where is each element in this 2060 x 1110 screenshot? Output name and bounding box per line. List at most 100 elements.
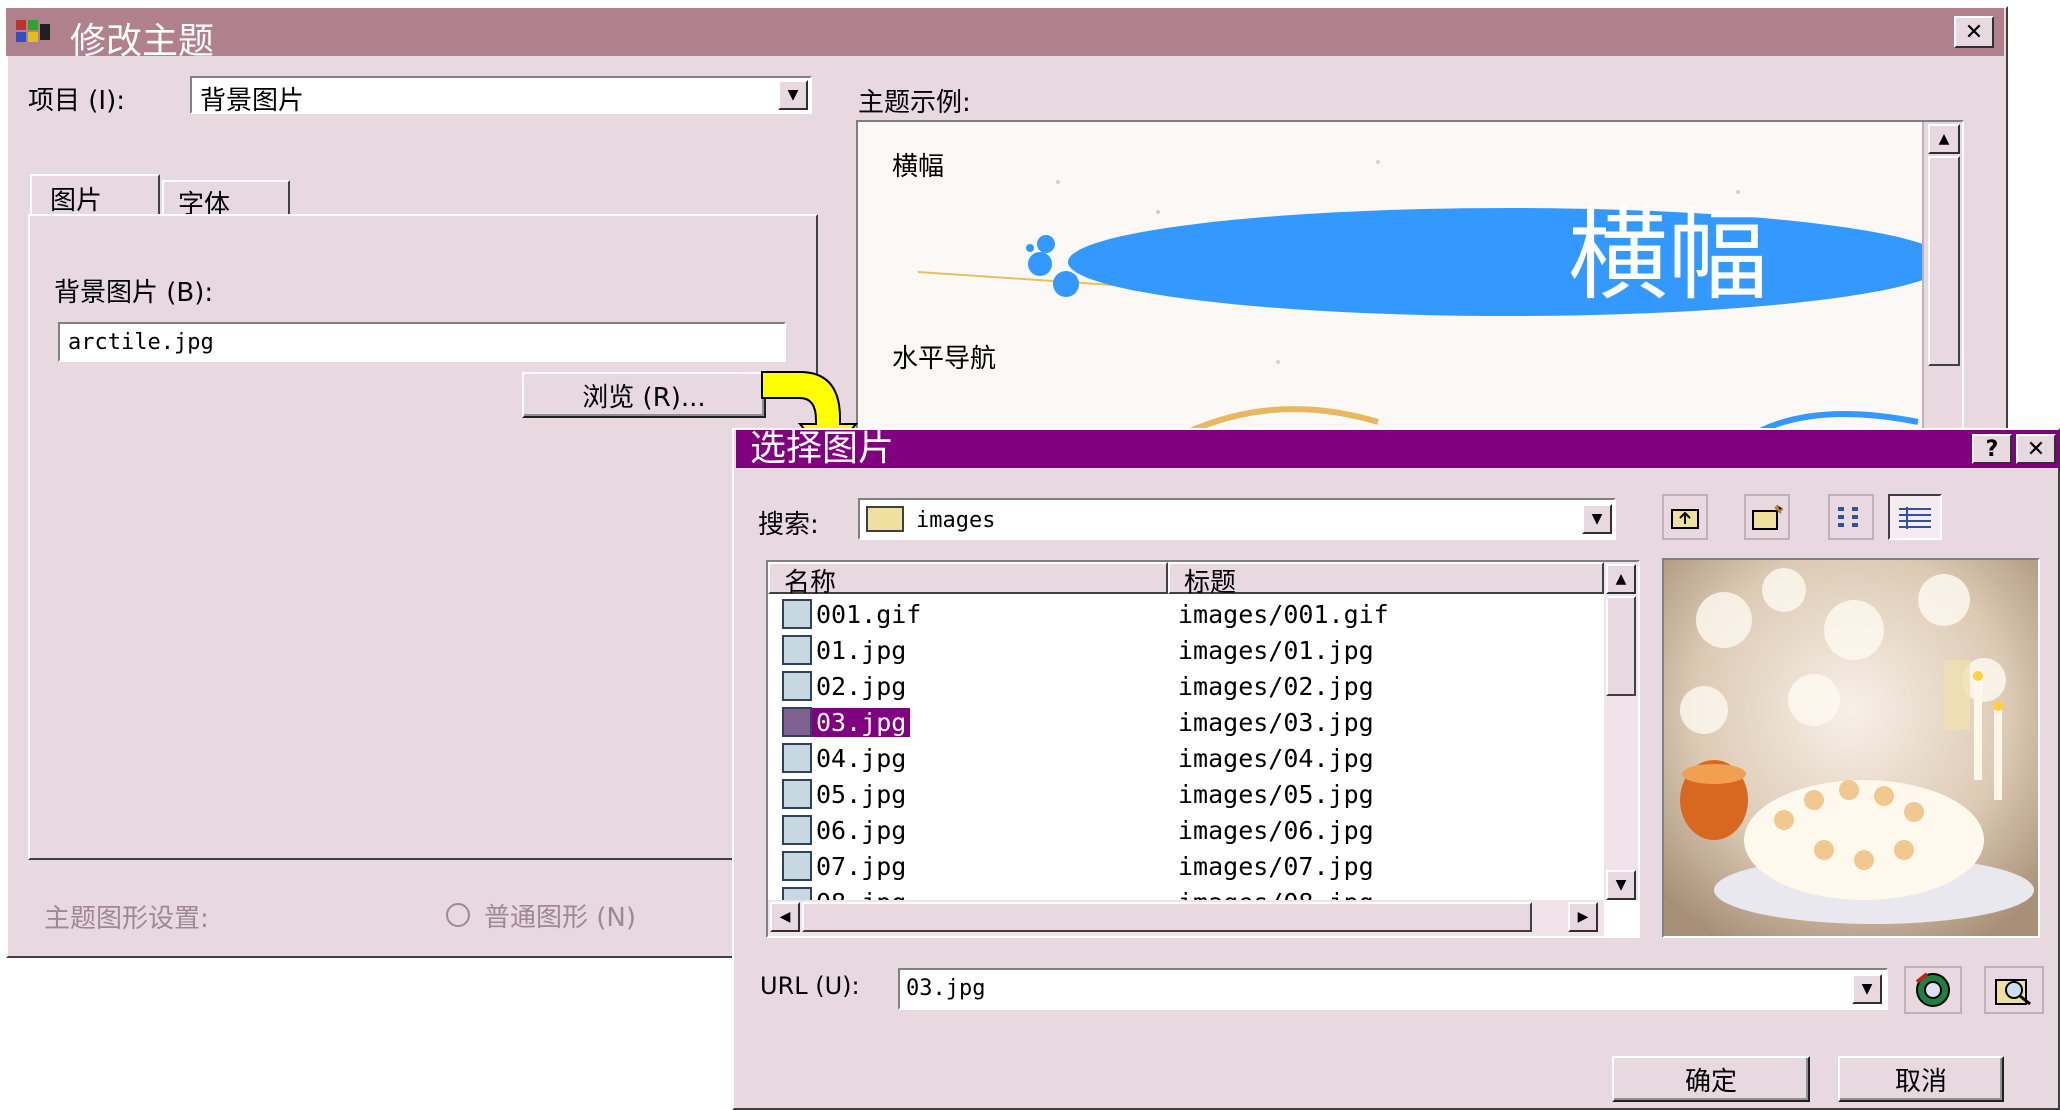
bg-image-input[interactable]: arctile.jpg: [58, 322, 786, 362]
file-row[interactable]: 02.jpg images/02.jpg: [768, 668, 1604, 704]
tab-image-label: 图片: [50, 186, 103, 216]
file-row[interactable]: 04.jpg images/04.jpg: [768, 740, 1604, 776]
file-name: 05.jpg: [816, 779, 907, 809]
file-name: 07.jpg: [816, 851, 907, 881]
sample-label: 主题示例:: [858, 88, 971, 118]
file-list[interactable]: 名称 标题 001.gif images/001.gif 01.jpg images/…: [766, 560, 1640, 938]
theme-dialog-close-button[interactable]: ✕: [1954, 16, 1994, 48]
scroll-up-icon[interactable]: ▲: [1928, 124, 1960, 154]
file-row[interactable]: 06.jpg images/06.jpg: [768, 812, 1604, 848]
file-row[interactable]: 01.jpg images/01.jpg: [768, 632, 1604, 668]
image-file-icon: [782, 851, 812, 881]
sample-banner-text: 横幅: [1568, 197, 1768, 314]
file-name: 001.gif: [816, 599, 922, 629]
sample-banner-label: 横幅: [892, 152, 945, 182]
list-view-icon[interactable]: [1828, 494, 1874, 540]
search-folder-icon[interactable]: [1984, 966, 2044, 1014]
radio-normal-graphics[interactable]: 普通图形 (N): [446, 898, 637, 933]
file-title: images/02.jpg: [1178, 671, 1374, 701]
file-name: 04.jpg: [816, 743, 907, 773]
chevron-down-icon[interactable]: ▼: [778, 80, 808, 110]
file-row[interactable]: 08.jpg images/08.jpg: [768, 884, 1604, 900]
file-title: images/05.jpg: [1178, 779, 1374, 809]
scroll-down-icon[interactable]: ▼: [1606, 870, 1636, 900]
url-label: URL (U):: [760, 972, 860, 1000]
image-file-icon: [782, 707, 812, 737]
help-button[interactable]: ?: [1972, 434, 2012, 464]
search-label: 搜索:: [758, 510, 819, 540]
file-title: images/03.jpg: [1178, 707, 1374, 737]
file-row[interactable]: 07.jpg images/07.jpg: [768, 848, 1604, 884]
sample-banner-dots: [1026, 235, 1079, 297]
image-file-icon: [782, 815, 812, 845]
file-row[interactable]: 05.jpg images/05.jpg: [768, 776, 1604, 812]
file-name: 02.jpg: [816, 671, 907, 701]
image-file-icon: [782, 671, 812, 701]
file-list-scroll-thumb[interactable]: [1606, 596, 1636, 696]
file-list-hscroll-thumb[interactable]: [802, 902, 1532, 932]
file-title: images/06.jpg: [1178, 815, 1374, 845]
file-list-hscrollbar[interactable]: ◀ ▶: [768, 900, 1604, 936]
close-icon: ✕: [2026, 436, 2046, 462]
file-title: images/07.jpg: [1178, 851, 1374, 881]
chevron-down-icon[interactable]: ▼: [1582, 504, 1612, 534]
picker-close-button[interactable]: ✕: [2016, 434, 2056, 464]
file-rows: 001.gif images/001.gif 01.jpg images/01.jpg…: [768, 594, 1604, 900]
file-title: images/04.jpg: [1178, 743, 1374, 773]
column-header-name[interactable]: 名称: [768, 562, 1168, 598]
new-folder-icon[interactable]: [1744, 494, 1790, 540]
web-browse-icon[interactable]: [1904, 966, 1962, 1014]
url-value: 03.jpg: [906, 976, 986, 1001]
browse-button[interactable]: 浏览 (R)...: [522, 372, 766, 418]
file-list-vscrollbar[interactable]: ▲ ▼: [1604, 562, 1638, 900]
image-preview: [1662, 558, 2040, 938]
item-select-value: 背景图片: [200, 86, 305, 116]
image-file-icon: [782, 887, 812, 900]
tab-image[interactable]: 图片: [30, 174, 160, 216]
scroll-up-icon[interactable]: ▲: [1606, 564, 1636, 594]
url-input[interactable]: 03.jpg ▼: [898, 968, 1888, 1010]
ok-button-label: 确定: [1684, 1066, 1737, 1097]
help-icon: ?: [1985, 436, 1999, 462]
picker-dialog-titlebar[interactable]: 选择图片 ? ✕: [736, 430, 2060, 468]
chevron-down-icon[interactable]: ▼: [1852, 974, 1882, 1004]
sample-banner-shape: [1068, 208, 1948, 316]
file-name: 03.jpg: [812, 707, 911, 737]
file-row[interactable]: 001.gif images/001.gif: [768, 596, 1604, 632]
cancel-button[interactable]: 取消: [1838, 1056, 2004, 1102]
item-label: 项目 (I):: [28, 86, 125, 116]
sample-scrollbar[interactable]: ▲: [1922, 122, 1962, 428]
folder-up-icon[interactable]: [1662, 494, 1708, 540]
column-header-title[interactable]: 标题: [1168, 562, 1604, 598]
file-title: images/08.jpg: [1178, 888, 1374, 901]
image-file-icon: [782, 779, 812, 809]
tab-font[interactable]: 字体: [162, 180, 290, 220]
radio-icon: [446, 903, 470, 927]
bg-image-label: 背景图片 (B):: [54, 278, 214, 308]
sample-scroll-thumb[interactable]: [1928, 156, 1960, 366]
picker-dialog-title: 选择图片: [750, 428, 895, 469]
folder-icon: [866, 506, 904, 532]
image-file-icon: [782, 743, 812, 773]
file-row-selected[interactable]: 03.jpg images/03.jpg: [768, 704, 1604, 740]
theme-sample-preview: 横幅 横幅 水平导航 ▲: [856, 120, 1964, 430]
file-name: 06.jpg: [816, 815, 907, 845]
sample-nav-label: 水平导航: [892, 344, 997, 374]
radio-normal-label: 普通图形 (N): [484, 902, 637, 933]
ok-button[interactable]: 确定: [1612, 1056, 1810, 1102]
file-title: images/001.gif: [1178, 599, 1389, 629]
app-icon: [16, 18, 52, 46]
browse-button-label: 浏览 (R)...: [582, 382, 706, 413]
theme-dialog-titlebar[interactable]: 修改主题 ✕: [6, 8, 2004, 62]
scroll-right-icon[interactable]: ▶: [1568, 902, 1598, 932]
file-name: 08.jpg: [816, 888, 906, 901]
folder-select[interactable]: images ▼: [858, 498, 1616, 540]
image-file-icon: [782, 599, 812, 629]
cancel-button-label: 取消: [1894, 1066, 1947, 1097]
folder-name: images: [916, 508, 996, 533]
item-select[interactable]: 背景图片 ▼: [190, 76, 812, 116]
scroll-left-icon[interactable]: ◀: [770, 902, 800, 932]
details-view-icon[interactable]: [1888, 494, 1942, 540]
cake-preview-image: [1664, 560, 2038, 936]
file-title: images/01.jpg: [1178, 635, 1374, 665]
